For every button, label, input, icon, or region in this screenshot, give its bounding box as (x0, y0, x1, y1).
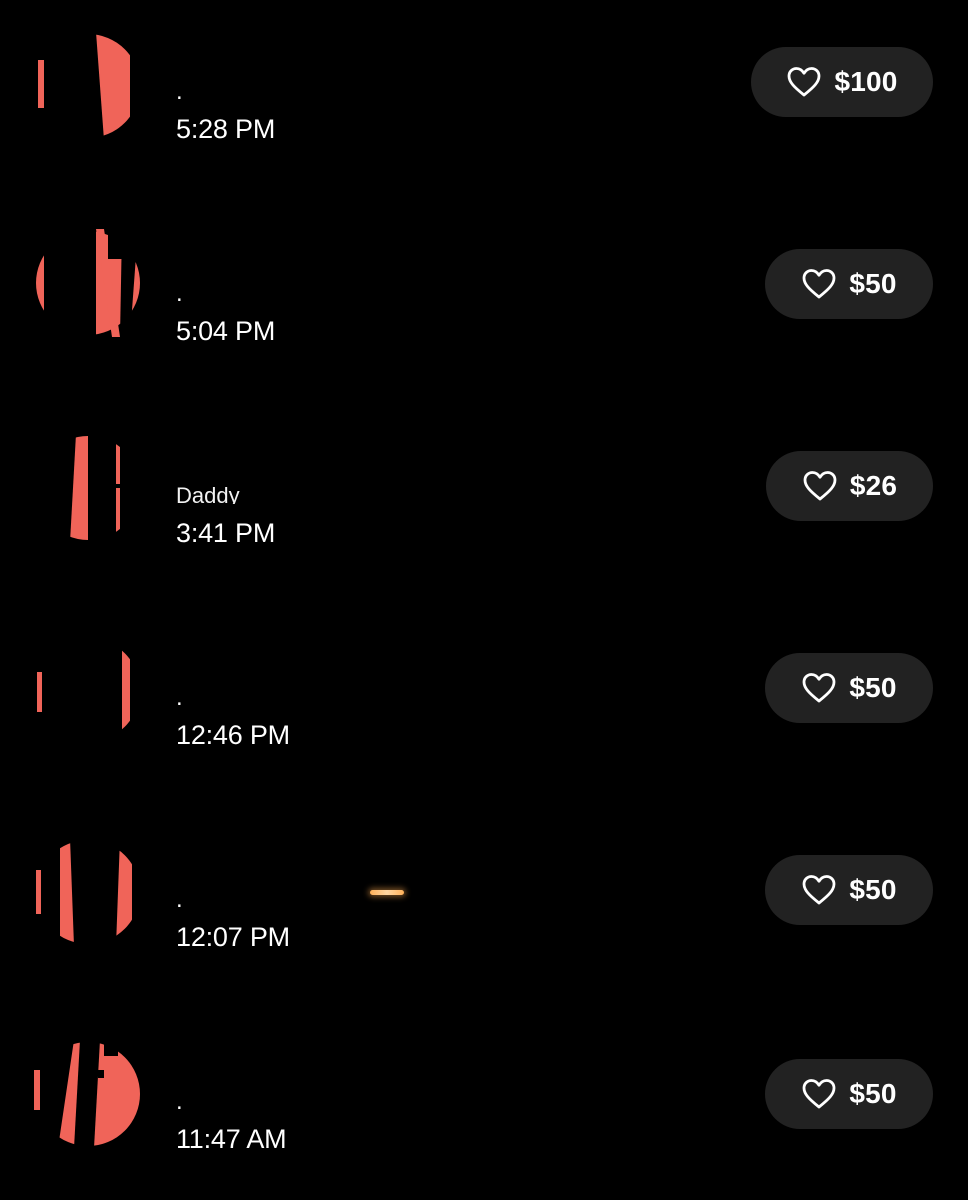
tip-amount-button[interactable]: $50 (765, 1059, 933, 1129)
separator-dot: . (176, 1088, 183, 1115)
tip-amount-button[interactable]: $50 (765, 249, 933, 319)
tip-amount: $50 (849, 874, 897, 905)
tip-amount-button[interactable]: $26 (766, 451, 933, 521)
tip-amount-button[interactable]: $50 (765, 653, 933, 723)
tip-time: 12:07 PM (176, 922, 290, 952)
avatar[interactable] (34, 838, 142, 946)
heart-icon (803, 471, 837, 501)
tip-row[interactable]: . 5:28 PM $100 (0, 0, 968, 202)
tip-amount: $26 (849, 470, 898, 501)
heart-icon (802, 1079, 836, 1109)
avatar[interactable] (34, 32, 142, 140)
tipper-name (176, 30, 416, 50)
avatar[interactable] (34, 434, 142, 542)
tip-time: 12:46 PM (176, 720, 290, 750)
tip-row[interactable]: Daddy 3:41 PM $26 (0, 404, 968, 895)
tip-row[interactable]: . 12:07 PM $50 (0, 808, 968, 1010)
tip-row[interactable]: . 11:47 AM $50 (0, 1010, 968, 1200)
tip-time: 5:28 PM (176, 114, 276, 144)
tip-time: 5:04 PM (176, 316, 276, 346)
tip-time: 3:41 PM (176, 518, 276, 548)
separator-dot: . (176, 78, 183, 105)
separator-dot: . (176, 886, 183, 913)
tip-amount-button[interactable]: $50 (765, 855, 933, 925)
tipper-name: Daddy (176, 486, 240, 504)
tipper-name (176, 1040, 416, 1060)
tip-amount-button[interactable]: $100 (751, 47, 933, 117)
tip-time: 11:47 AM (176, 1124, 287, 1154)
tip-row[interactable]: . 5:04 PM $50 (0, 202, 968, 404)
tip-amount: $50 (849, 1078, 897, 1109)
tip-row[interactable]: . 12:46 PM $50 (0, 606, 968, 808)
heart-icon (802, 875, 836, 905)
tipper-name (176, 838, 416, 858)
heart-icon (788, 67, 821, 97)
tipper-name (176, 636, 416, 656)
separator-dot: . (176, 280, 183, 307)
heart-icon (802, 673, 836, 703)
separator-dot: . (176, 684, 183, 711)
tip-amount: $50 (849, 672, 897, 703)
tip-amount: $100 (834, 66, 898, 97)
heart-icon (802, 269, 836, 299)
avatar[interactable] (34, 1040, 142, 1148)
avatar[interactable] (34, 229, 142, 337)
tips-list: . 5:28 PM $100 . 5:04 PM $50 Daddy 3:41 … (0, 0, 968, 1200)
tip-amount: $50 (849, 268, 897, 299)
tipper-name (176, 232, 416, 252)
avatar[interactable] (34, 636, 142, 744)
